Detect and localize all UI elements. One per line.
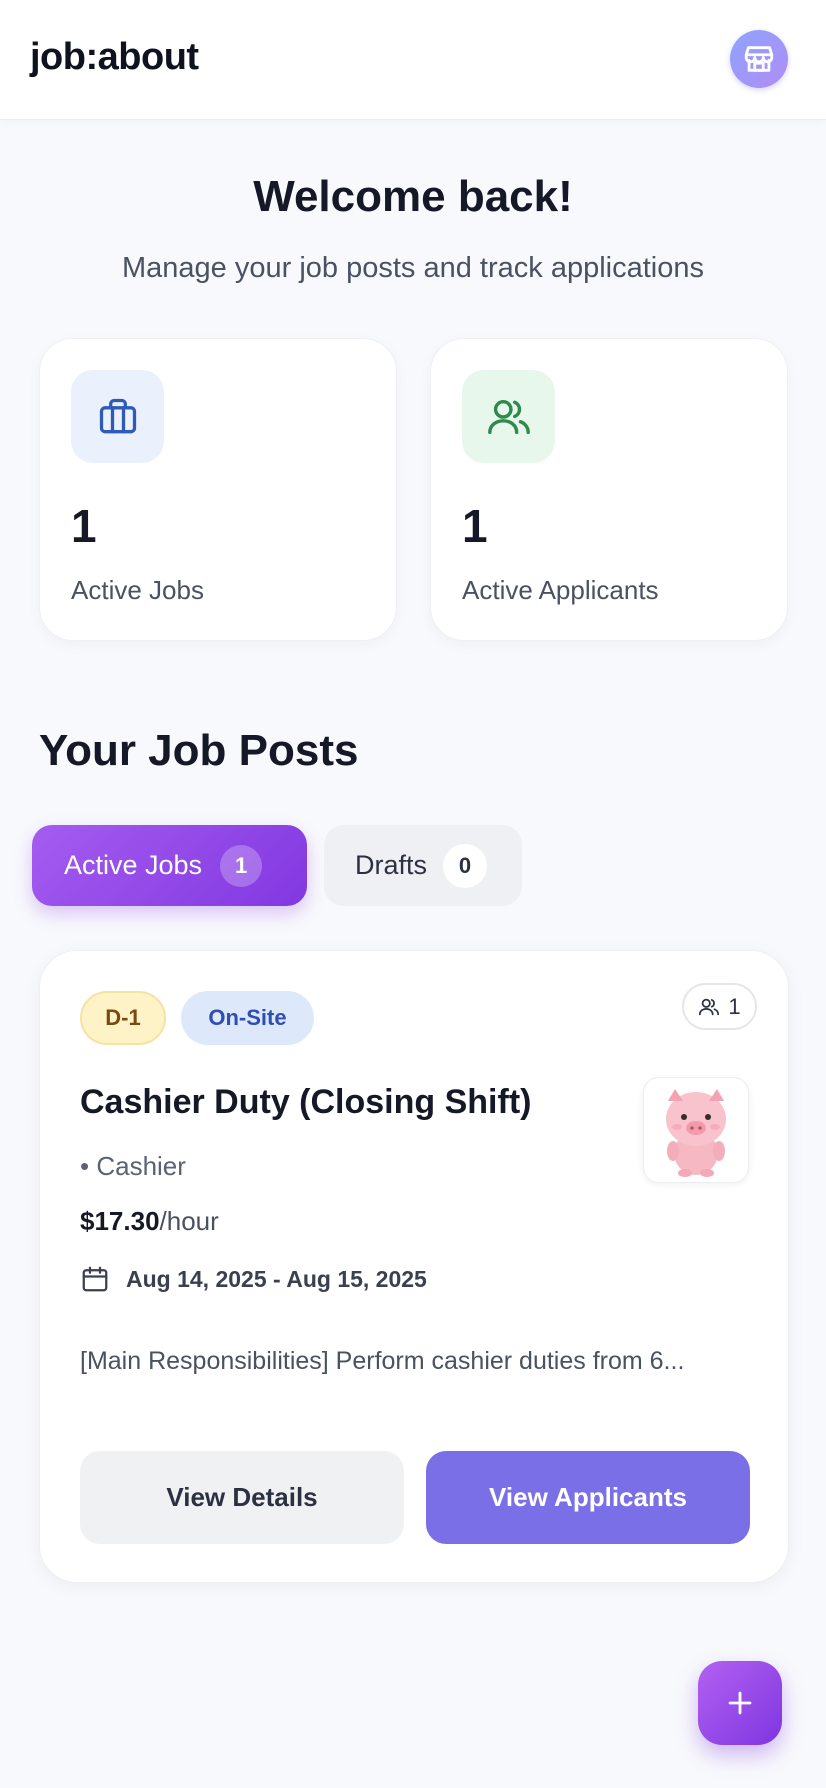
job-category: • Cashier (80, 1151, 186, 1181)
view-applicants-button[interactable]: View Applicants (426, 1451, 750, 1544)
active-jobs-label: Active Jobs (71, 575, 204, 605)
active-applicants-count: 1 (462, 500, 488, 552)
tab-drafts[interactable]: Drafts 0 (324, 825, 522, 906)
welcome-title: Welcome back! (253, 172, 573, 221)
calendar-icon (82, 1266, 108, 1292)
storefront-icon (744, 46, 774, 72)
plus-icon (728, 1691, 752, 1715)
pig-mascot-image (666, 1089, 726, 1177)
tab-drafts-count: 0 (443, 843, 488, 888)
job-post-card[interactable]: D-1 On-Site 1 Cashier Duty (Closing Shif… (39, 950, 789, 1583)
tab-active-jobs-label: Active Jobs (64, 850, 203, 880)
welcome-subtitle: Manage your job posts and track applicat… (122, 252, 704, 284)
tab-drafts-label: Drafts (355, 850, 428, 880)
users-icon-box (462, 370, 555, 463)
active-jobs-count: 1 (71, 500, 97, 552)
work-type-badge: On-Site (181, 991, 314, 1045)
profile-avatar[interactable] (730, 30, 788, 88)
active-applicants-label: Active Applicants (462, 575, 659, 605)
active-applicants-stat-card[interactable]: 1 Active Applicants (430, 338, 788, 641)
job-description: [Main Responsibilities] Perform cashier … (80, 1347, 685, 1375)
active-jobs-stat-card[interactable]: 1 Active Jobs (39, 338, 397, 641)
job-date-range: Aug 14, 2025 - Aug 15, 2025 (80, 1264, 427, 1294)
app-logo[interactable]: job:about (30, 36, 199, 79)
create-job-fab[interactable] (698, 1661, 782, 1745)
briefcase-icon-box (71, 370, 164, 463)
job-thumbnail (643, 1077, 749, 1183)
wage-unit: /hour (159, 1206, 219, 1236)
job-dates-text: Aug 14, 2025 - Aug 15, 2025 (126, 1265, 427, 1292)
deadline-badge: D-1 (80, 991, 166, 1045)
wage-amount: $17.30 (80, 1206, 160, 1236)
view-details-button[interactable]: View Details (80, 1451, 404, 1544)
applicant-count-value: 1 (728, 993, 741, 1019)
users-icon (699, 998, 720, 1015)
job-wage: $17.30/hour (80, 1206, 219, 1237)
applicant-count-chip[interactable]: 1 (682, 983, 757, 1030)
tab-active-jobs-count: 1 (220, 844, 263, 887)
app-header: job:about (0, 0, 826, 120)
users-icon (487, 399, 530, 434)
tab-active-jobs[interactable]: Active Jobs 1 (32, 825, 307, 906)
job-title[interactable]: Cashier Duty (Closing Shift) (80, 1083, 531, 1122)
job-posts-heading: Your Job Posts (39, 726, 359, 775)
briefcase-icon (99, 398, 136, 433)
